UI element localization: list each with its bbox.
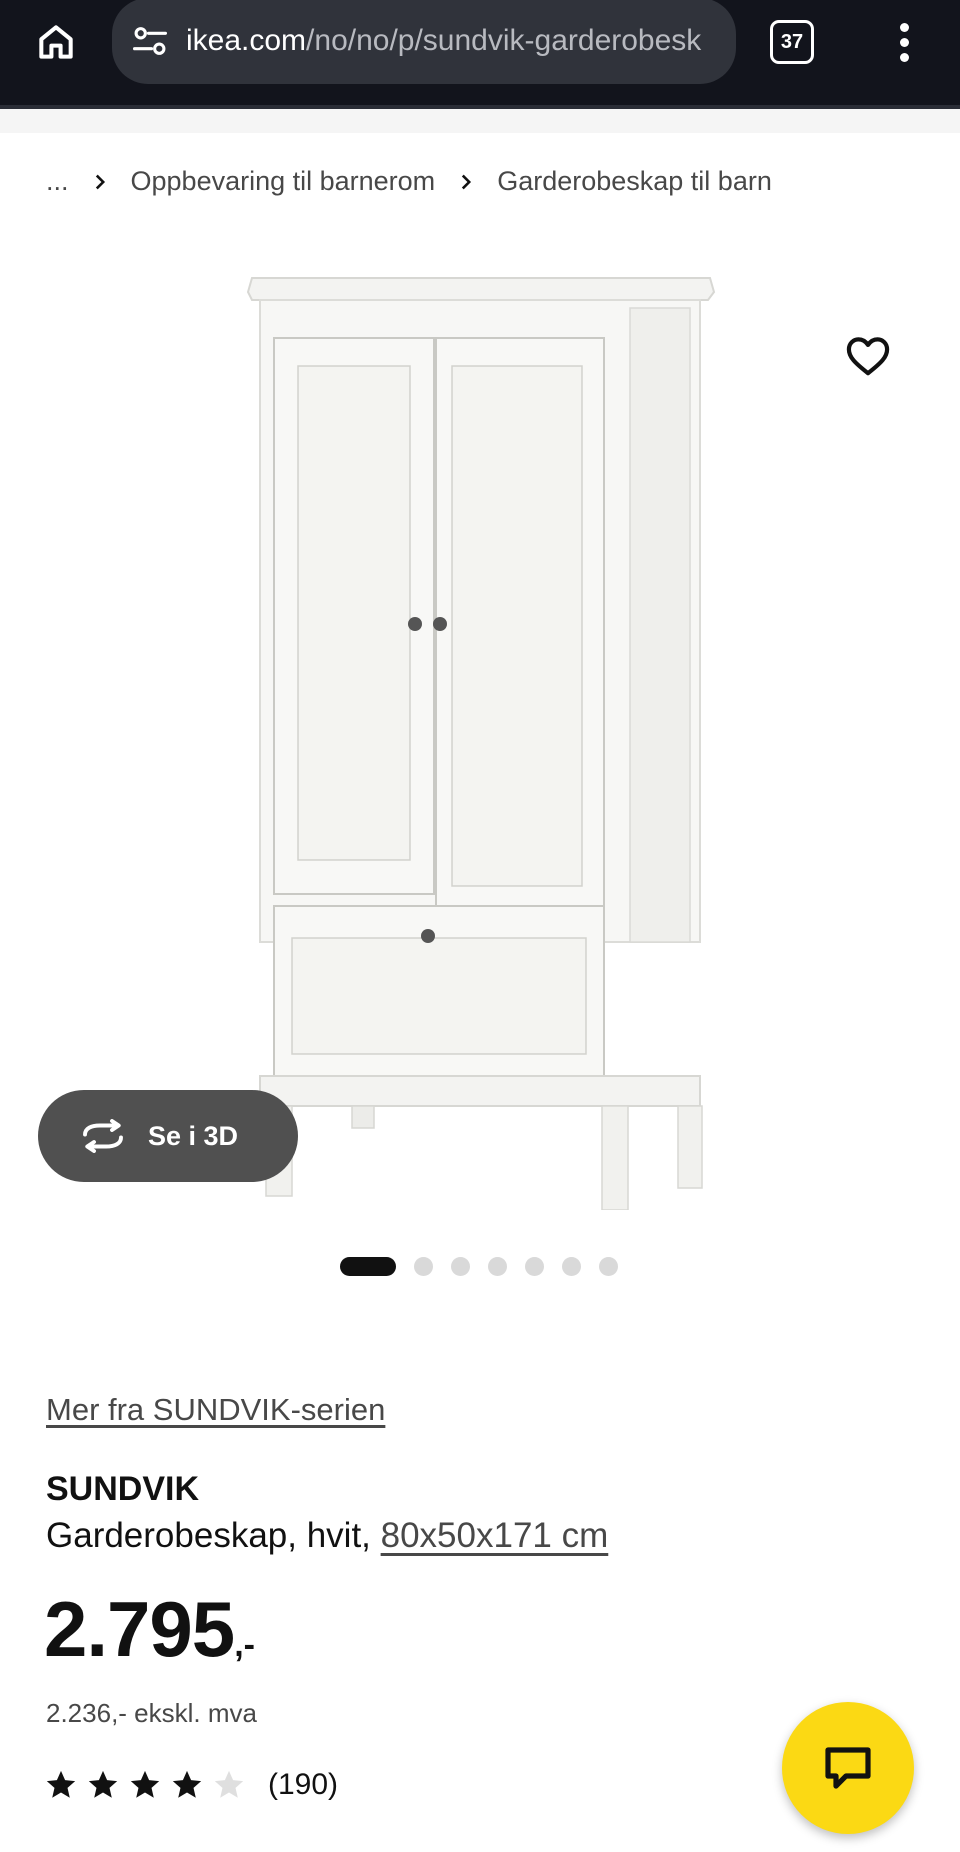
- gallery-dot-4[interactable]: [488, 1256, 507, 1276]
- product-description: Garderobeskap, hvit, 80x50x171 cm: [46, 1516, 608, 1556]
- home-button[interactable]: [28, 14, 84, 70]
- gallery-dot-7[interactable]: [599, 1256, 618, 1276]
- view-in-3d-button[interactable]: Se i 3D: [38, 1090, 298, 1182]
- product-price: 2.795 ,-: [44, 1590, 255, 1668]
- gallery-dot-5[interactable]: [525, 1256, 544, 1276]
- header-strip: [0, 109, 960, 133]
- star-icon: [172, 1770, 202, 1798]
- gallery-dot-1[interactable]: [340, 1256, 396, 1276]
- favourite-button[interactable]: [838, 326, 898, 386]
- price-suffix: ,-: [234, 1626, 255, 1664]
- url-host: ikea.com: [186, 24, 307, 57]
- gallery-dot-3[interactable]: [451, 1256, 470, 1276]
- url-path: /no/no/p/sundvik-garderobesk: [306, 24, 702, 57]
- product-type: Garderobeskap, hvit,: [46, 1516, 381, 1555]
- breadcrumb-ellipsis[interactable]: ...: [46, 166, 69, 197]
- home-icon: [39, 25, 73, 59]
- tab-count: 37: [780, 30, 804, 53]
- chat-icon: [825, 1747, 871, 1789]
- review-count[interactable]: (190): [268, 1768, 338, 1802]
- rotate-3d-icon: [78, 1116, 128, 1156]
- star-icon: [46, 1770, 76, 1798]
- tabs-button[interactable]: 37: [770, 20, 814, 64]
- breadcrumb-item-children-storage[interactable]: Oppbevaring til barnerom: [131, 166, 436, 197]
- product-rating[interactable]: (190): [44, 1768, 338, 1802]
- tune-icon[interactable]: [130, 21, 170, 61]
- breadcrumb-item-children-wardrobes[interactable]: Garderobeskap til barn: [497, 166, 772, 197]
- gallery-dot-6[interactable]: [562, 1256, 581, 1276]
- star-icon: [88, 1770, 118, 1798]
- product-measurements-link[interactable]: 80x50x171 cm: [381, 1516, 609, 1555]
- chat-button[interactable]: [782, 1702, 914, 1834]
- heart-icon: [846, 337, 890, 376]
- price-excl-vat: 2.236,- ekskl. mva: [46, 1698, 257, 1728]
- breadcrumb: ... Oppbevaring til barnerom Garderobesk…: [46, 166, 772, 197]
- gallery-pagination: [340, 1256, 636, 1276]
- address-bar[interactable]: ikea.com/no/no/p/sundvik-garderobesk: [112, 0, 736, 84]
- more-vert-icon[interactable]: [884, 16, 924, 68]
- rating-stars: [44, 1768, 254, 1802]
- product-image[interactable]: [230, 270, 730, 1211]
- chevron-right-icon: [93, 173, 107, 191]
- view-in-3d-label: Se i 3D: [148, 1120, 239, 1151]
- gallery-dot-2[interactable]: [414, 1256, 433, 1276]
- star-icon: [130, 1770, 160, 1798]
- chevron-right-icon: [459, 173, 473, 191]
- price-amount: 2.795: [44, 1585, 235, 1673]
- series-link[interactable]: Mer fra SUNDVIK-serien: [46, 1392, 385, 1428]
- product-name: SUNDVIK: [46, 1470, 200, 1508]
- url-text: ikea.com/no/no/p/sundvik-garderobesk: [186, 24, 726, 58]
- star-icon: [214, 1770, 244, 1798]
